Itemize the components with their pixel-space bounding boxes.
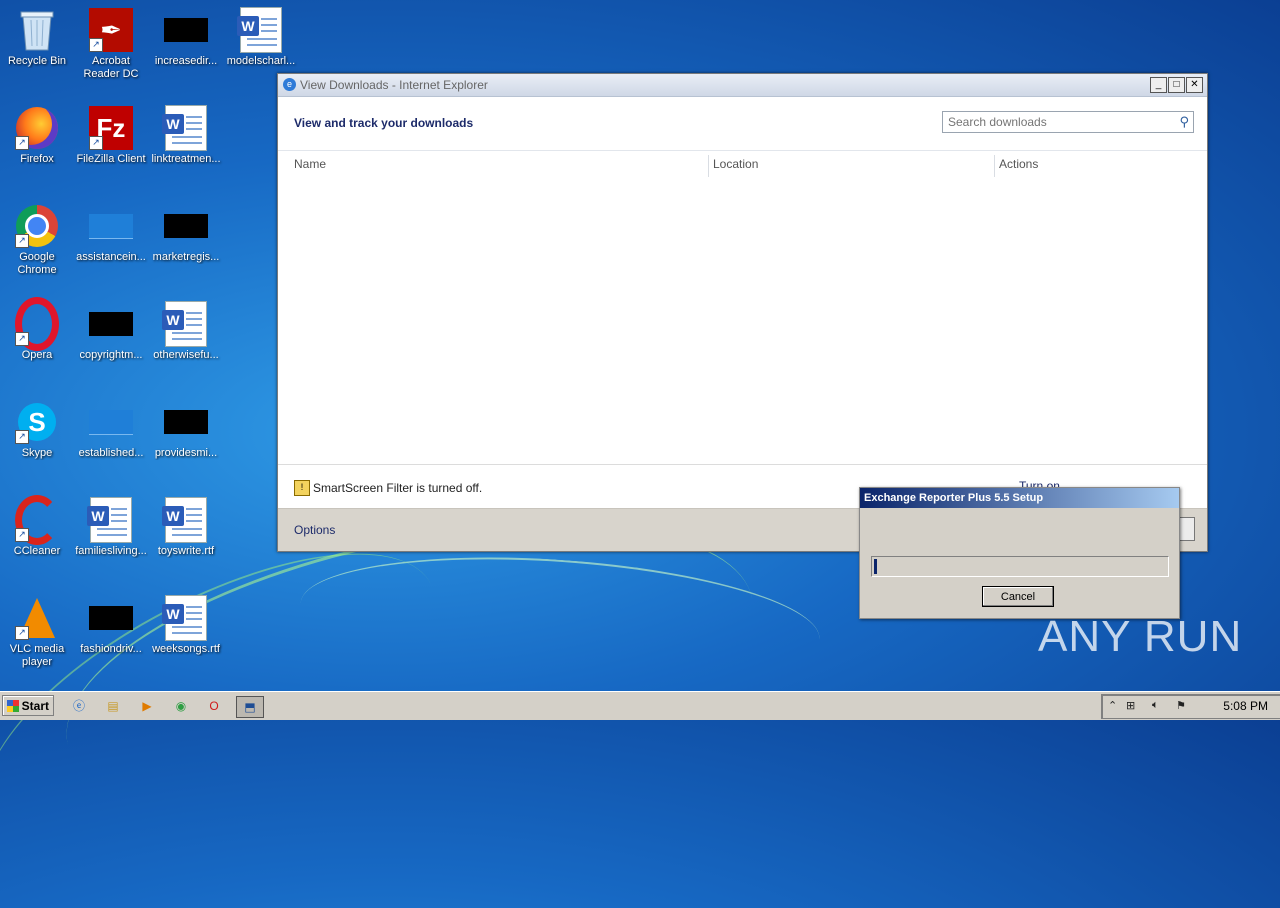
window-title: View Downloads - Internet Explorer (300, 78, 488, 92)
desktop-icon-word-doc[interactable]: W otherwisefu... (149, 301, 223, 362)
word-document-icon: W (162, 105, 208, 151)
desktop-icon-file[interactable]: assistancein... (74, 204, 148, 264)
column-header-actions[interactable]: Actions (999, 157, 1038, 171)
shortcut-arrow-icon: ↗ (89, 136, 103, 150)
desktop-icon-file[interactable]: established... (74, 400, 148, 460)
file-thumbnail-icon (89, 302, 133, 346)
file-thumbnail-icon (89, 400, 133, 444)
file-thumbnail-icon (164, 8, 208, 52)
network-icon[interactable]: ⊞ (1126, 699, 1135, 712)
chevron-up-icon[interactable]: ⌃ (1108, 699, 1117, 712)
close-button[interactable]: ✕ (1186, 77, 1203, 93)
desktop-icon-file[interactable]: increasedir... (149, 8, 223, 68)
internet-explorer-icon: e (283, 78, 296, 91)
desktop-icon-vlc[interactable]: ↗ VLC media player (0, 596, 74, 669)
shortcut-arrow-icon: ↗ (15, 136, 29, 150)
desktop-icon-word-doc[interactable]: W weeksongs.rtf (149, 595, 223, 656)
skype-icon: S ↗ (15, 400, 59, 444)
setup-dialog: Exchange Reporter Plus 5.5 Setup Cancel (859, 487, 1180, 619)
shortcut-arrow-icon: ↗ (89, 38, 103, 52)
minimize-button[interactable]: _ (1150, 77, 1167, 93)
start-button[interactable]: Start (2, 695, 54, 716)
page-heading: View and track your downloads (294, 116, 474, 130)
clock[interactable]: 5:08 PM (1223, 699, 1268, 713)
desktop-icon-file[interactable]: fashiondriv... (74, 596, 148, 656)
file-thumbnail-icon (89, 204, 133, 248)
firefox-icon: ↗ (15, 106, 59, 150)
vlc-icon: ↗ (15, 596, 59, 640)
recycle-bin-icon (15, 8, 59, 52)
cancel-button[interactable]: Cancel (982, 586, 1054, 607)
chrome-icon[interactable]: ◉ (170, 696, 192, 716)
flag-icon[interactable]: ⚑ (1176, 699, 1186, 712)
desktop-icon-file[interactable]: providesmi... (149, 400, 223, 460)
word-document-icon: W (162, 497, 208, 543)
word-document-icon: W (162, 595, 208, 641)
desktop-icon-firefox[interactable]: ↗ Firefox (0, 106, 74, 166)
taskbar: Start ⓔ ▤ ▶ ◉ O ⬒ ⌃ ⊞ 🔈︎ ⚑ 5:08 PM (0, 691, 1280, 720)
desktop-icon-acrobat[interactable]: ✒ ↗ Acrobat Reader DC (74, 8, 148, 81)
column-divider[interactable] (994, 155, 995, 177)
file-thumbnail-icon (89, 596, 133, 640)
maximize-button[interactable]: □ (1168, 77, 1185, 93)
downloads-list (278, 177, 1207, 463)
internet-explorer-icon[interactable]: ⓔ (68, 696, 90, 716)
volume-icon[interactable]: 🔈︎ (1152, 699, 1159, 712)
word-document-icon: W (237, 7, 283, 53)
view-downloads-window: e View Downloads - Internet Explorer _ □… (277, 73, 1208, 552)
start-label: Start (21, 699, 49, 713)
windows-logo-icon (7, 700, 19, 712)
opera-icon[interactable]: O (203, 696, 225, 716)
shortcut-arrow-icon: ↗ (15, 528, 29, 542)
word-document-icon: W (162, 301, 208, 347)
desktop-icon-word-doc[interactable]: W familiesliving... (74, 497, 148, 558)
setup-dialog-title[interactable]: Exchange Reporter Plus 5.5 Setup (860, 488, 1179, 508)
search-input[interactable] (946, 112, 1170, 132)
ccleaner-icon: ↗ (15, 495, 59, 545)
chrome-icon: ↗ (15, 204, 59, 248)
setup-task-icon[interactable]: ⬒ (236, 696, 264, 718)
system-tray: ⌃ ⊞ 🔈︎ ⚑ 5:08 PM (1101, 694, 1280, 719)
file-thumbnail-icon (164, 400, 208, 444)
desktop-icon-word-doc[interactable]: W modelscharl... (224, 7, 298, 68)
desktop-icon-chrome[interactable]: ↗ Google Chrome (0, 204, 74, 277)
shield-warning-icon: ! (294, 480, 310, 496)
shortcut-arrow-icon: ↗ (15, 626, 29, 640)
desktop-icon-file[interactable]: copyrightm... (74, 302, 148, 362)
folder-icon[interactable]: ▤ (102, 696, 124, 716)
desktop-icon-file[interactable]: marketregis... (149, 204, 223, 264)
desktop-icon-skype[interactable]: S ↗ Skype (0, 400, 74, 460)
word-document-icon: W (87, 497, 133, 543)
desktop-icon-word-doc[interactable]: W toyswrite.rtf (149, 497, 223, 558)
search-icon[interactable]: ⚲ (1179, 114, 1189, 130)
column-header-name[interactable]: Name (294, 157, 326, 171)
opera-icon: ↗ (15, 297, 59, 351)
file-thumbnail-icon (164, 204, 208, 248)
desktop-icon-recycle-bin[interactable]: Recycle Bin (0, 8, 74, 68)
setup-progress-fill (874, 559, 877, 574)
anyrun-watermark: ANY RUN (1038, 612, 1243, 661)
search-box[interactable]: ⚲ (942, 111, 1194, 133)
desktop-icon-opera[interactable]: ↗ Opera (0, 297, 74, 362)
desktop-icon-word-doc[interactable]: W linktreatmen... (149, 105, 223, 166)
acrobat-icon: ✒ ↗ (89, 8, 133, 52)
options-link[interactable]: Options (294, 523, 335, 537)
media-player-icon[interactable]: ▶ (136, 696, 158, 716)
shortcut-arrow-icon: ↗ (15, 430, 29, 444)
column-header-row: Name Location Actions (278, 150, 1207, 177)
shortcut-arrow-icon: ↗ (15, 332, 29, 346)
smartscreen-status: SmartScreen Filter is turned off. (313, 481, 483, 495)
desktop-icon-filezilla[interactable]: Fz ↗ FileZilla Client (74, 106, 148, 166)
column-divider[interactable] (708, 155, 709, 177)
filezilla-icon: Fz ↗ (89, 106, 133, 150)
shortcut-arrow-icon: ↗ (15, 234, 29, 248)
setup-progress-bar (871, 556, 1169, 577)
desktop-icon-ccleaner[interactable]: ↗ CCleaner (0, 495, 74, 558)
column-header-location[interactable]: Location (713, 157, 758, 171)
window-title-bar[interactable]: e View Downloads - Internet Explorer _ □… (278, 74, 1207, 97)
